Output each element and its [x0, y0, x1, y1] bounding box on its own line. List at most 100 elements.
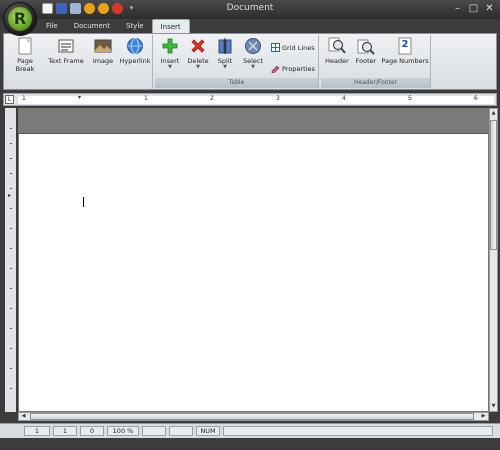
header-label: Header: [325, 57, 349, 65]
grid-lines-icon: [271, 43, 280, 52]
page-header-area[interactable]: [19, 109, 488, 134]
globe-icon: [126, 37, 144, 55]
indent-marker-icon[interactable]: ▾: [78, 94, 81, 101]
footer-button[interactable]: Footer: [353, 37, 379, 65]
window-title: Document: [226, 3, 274, 13]
image-button[interactable]: Image: [89, 37, 117, 65]
chevron-down-icon: ▼: [196, 64, 200, 70]
status-zoom[interactable]: 100 %: [107, 426, 139, 436]
status-num-lock: NUM: [196, 426, 220, 436]
ruler-mark: 5: [408, 95, 412, 102]
document-page[interactable]: [18, 108, 489, 412]
properties-icon: [271, 64, 280, 74]
table-select-button[interactable]: Select ▼: [240, 37, 266, 70]
split-icon: [216, 37, 234, 55]
tab-file[interactable]: File: [38, 19, 66, 33]
ribbon-group-header-footer: Header Footer 2 Page Numbers Header/Foot…: [321, 35, 431, 88]
status-empty-1: [142, 426, 166, 436]
title-bar: ▾ Document – □ ✕: [0, 0, 500, 19]
page-numbers-button[interactable]: 2 Page Numbers: [381, 37, 429, 65]
ribbon-tabs: File Document Style Insert: [38, 19, 190, 33]
ruler-tick: [10, 143, 12, 144]
horizontal-ruler[interactable]: 1 1 2 3 4 5 6 ▾: [18, 94, 494, 104]
horizontal-scrollbar[interactable]: ◀ ▶: [18, 412, 489, 421]
hyperlink-button[interactable]: Hyperlink: [119, 37, 151, 65]
table-insert-button[interactable]: Insert ▼: [157, 37, 183, 70]
image-icon: [94, 37, 112, 55]
status-bar: 1 1 0 100 % NUM: [0, 423, 500, 438]
ruler-tick: [10, 368, 12, 369]
image-label: Image: [92, 57, 114, 65]
grid-lines-label: Grid Lines: [282, 43, 315, 52]
page-numbers-label: Page Numbers: [381, 57, 429, 65]
delete-x-icon: [189, 37, 207, 55]
scroll-up-icon[interactable]: ▲: [490, 109, 497, 118]
tab-insert[interactable]: Insert: [151, 19, 190, 33]
ruler-tick: [10, 208, 12, 209]
scroll-right-icon[interactable]: ▶: [479, 413, 488, 420]
scroll-left-icon[interactable]: ◀: [19, 413, 28, 420]
ribbon-group-table: Insert ▼ Delete ▼ Split ▼ Select ▼ Grid …: [155, 35, 319, 88]
table-group-label: Table: [155, 78, 318, 88]
ruler-tick: [10, 158, 12, 159]
page-break-icon: [16, 37, 34, 55]
select-icon: [244, 37, 262, 55]
chevron-down-icon: ▼: [223, 64, 227, 70]
window-controls: – □ ✕: [451, 2, 496, 15]
hyperlink-label: Hyperlink: [119, 57, 151, 65]
status-empty-2: [169, 426, 193, 436]
scroll-down-icon[interactable]: ▼: [490, 402, 497, 411]
header-magnifier-icon: [328, 37, 346, 55]
table-properties-label: Properties: [282, 64, 315, 73]
app-logo-letter: R: [13, 9, 27, 28]
page-number-glyph: 2: [401, 39, 409, 50]
tab-document[interactable]: Document: [66, 19, 118, 33]
ruler-tick: [10, 248, 12, 249]
status-pages: 1: [53, 426, 77, 436]
text-frame-button[interactable]: Text Frame: [47, 37, 85, 65]
ruler-mark: 6: [474, 95, 478, 102]
table-delete-button[interactable]: Delete ▼: [185, 37, 211, 70]
vertical-indent-marker-icon: ▸: [8, 192, 12, 199]
header-footer-group-label: Header/Footer: [321, 78, 430, 88]
ruler-tick: [10, 128, 12, 129]
table-properties-button[interactable]: Properties: [271, 64, 315, 74]
page-number-icon: 2: [396, 37, 414, 55]
vertical-scrollbar[interactable]: ▲ ▼: [489, 108, 498, 412]
vertical-ruler[interactable]: ▸: [5, 108, 16, 412]
vertical-scroll-thumb[interactable]: [490, 120, 497, 250]
text-caret: [83, 197, 84, 207]
table-split-button[interactable]: Split ▼: [213, 37, 237, 70]
footer-magnifier-icon: [357, 37, 375, 55]
ruler-tick: [10, 348, 12, 349]
text-frame-label: Text Frame: [48, 57, 84, 65]
ruler-mark: 3: [276, 95, 280, 102]
window-bottom-edge: [0, 438, 500, 450]
footer-label: Footer: [355, 57, 377, 65]
close-icon[interactable]: ✕: [483, 2, 496, 15]
status-column: 0: [80, 426, 104, 436]
header-button[interactable]: Header: [323, 37, 351, 65]
maximize-icon[interactable]: □: [467, 2, 480, 15]
horizontal-scroll-thumb[interactable]: [30, 413, 474, 420]
chevron-down-icon: ▼: [251, 64, 255, 70]
ruler-mark: 4: [342, 95, 346, 102]
status-empty-3: [223, 426, 493, 436]
ruler-mark: 2: [210, 95, 214, 102]
page-break-label: Page Break: [15, 57, 35, 73]
grid-lines-button[interactable]: Grid Lines: [271, 43, 315, 52]
ribbon: Page Break Text Frame Image Hyperlink In…: [3, 33, 497, 90]
tab-stop-selector[interactable]: L: [5, 95, 14, 104]
ruler-mark: 1: [22, 95, 26, 102]
ruler-tick: [10, 228, 12, 229]
ruler-mark: 1: [144, 95, 148, 102]
ruler-tick: [10, 268, 12, 269]
status-page: 1: [24, 426, 50, 436]
page-break-button[interactable]: Page Break: [7, 37, 43, 73]
minimize-icon[interactable]: –: [451, 2, 464, 15]
horizontal-ruler-bar: L 1 1 2 3 4 5 6 ▾: [3, 93, 497, 106]
application-menu-button[interactable]: R: [3, 2, 37, 36]
tab-style[interactable]: Style: [118, 19, 152, 33]
ruler-tick: [10, 328, 12, 329]
ruler-tick: [10, 188, 12, 189]
